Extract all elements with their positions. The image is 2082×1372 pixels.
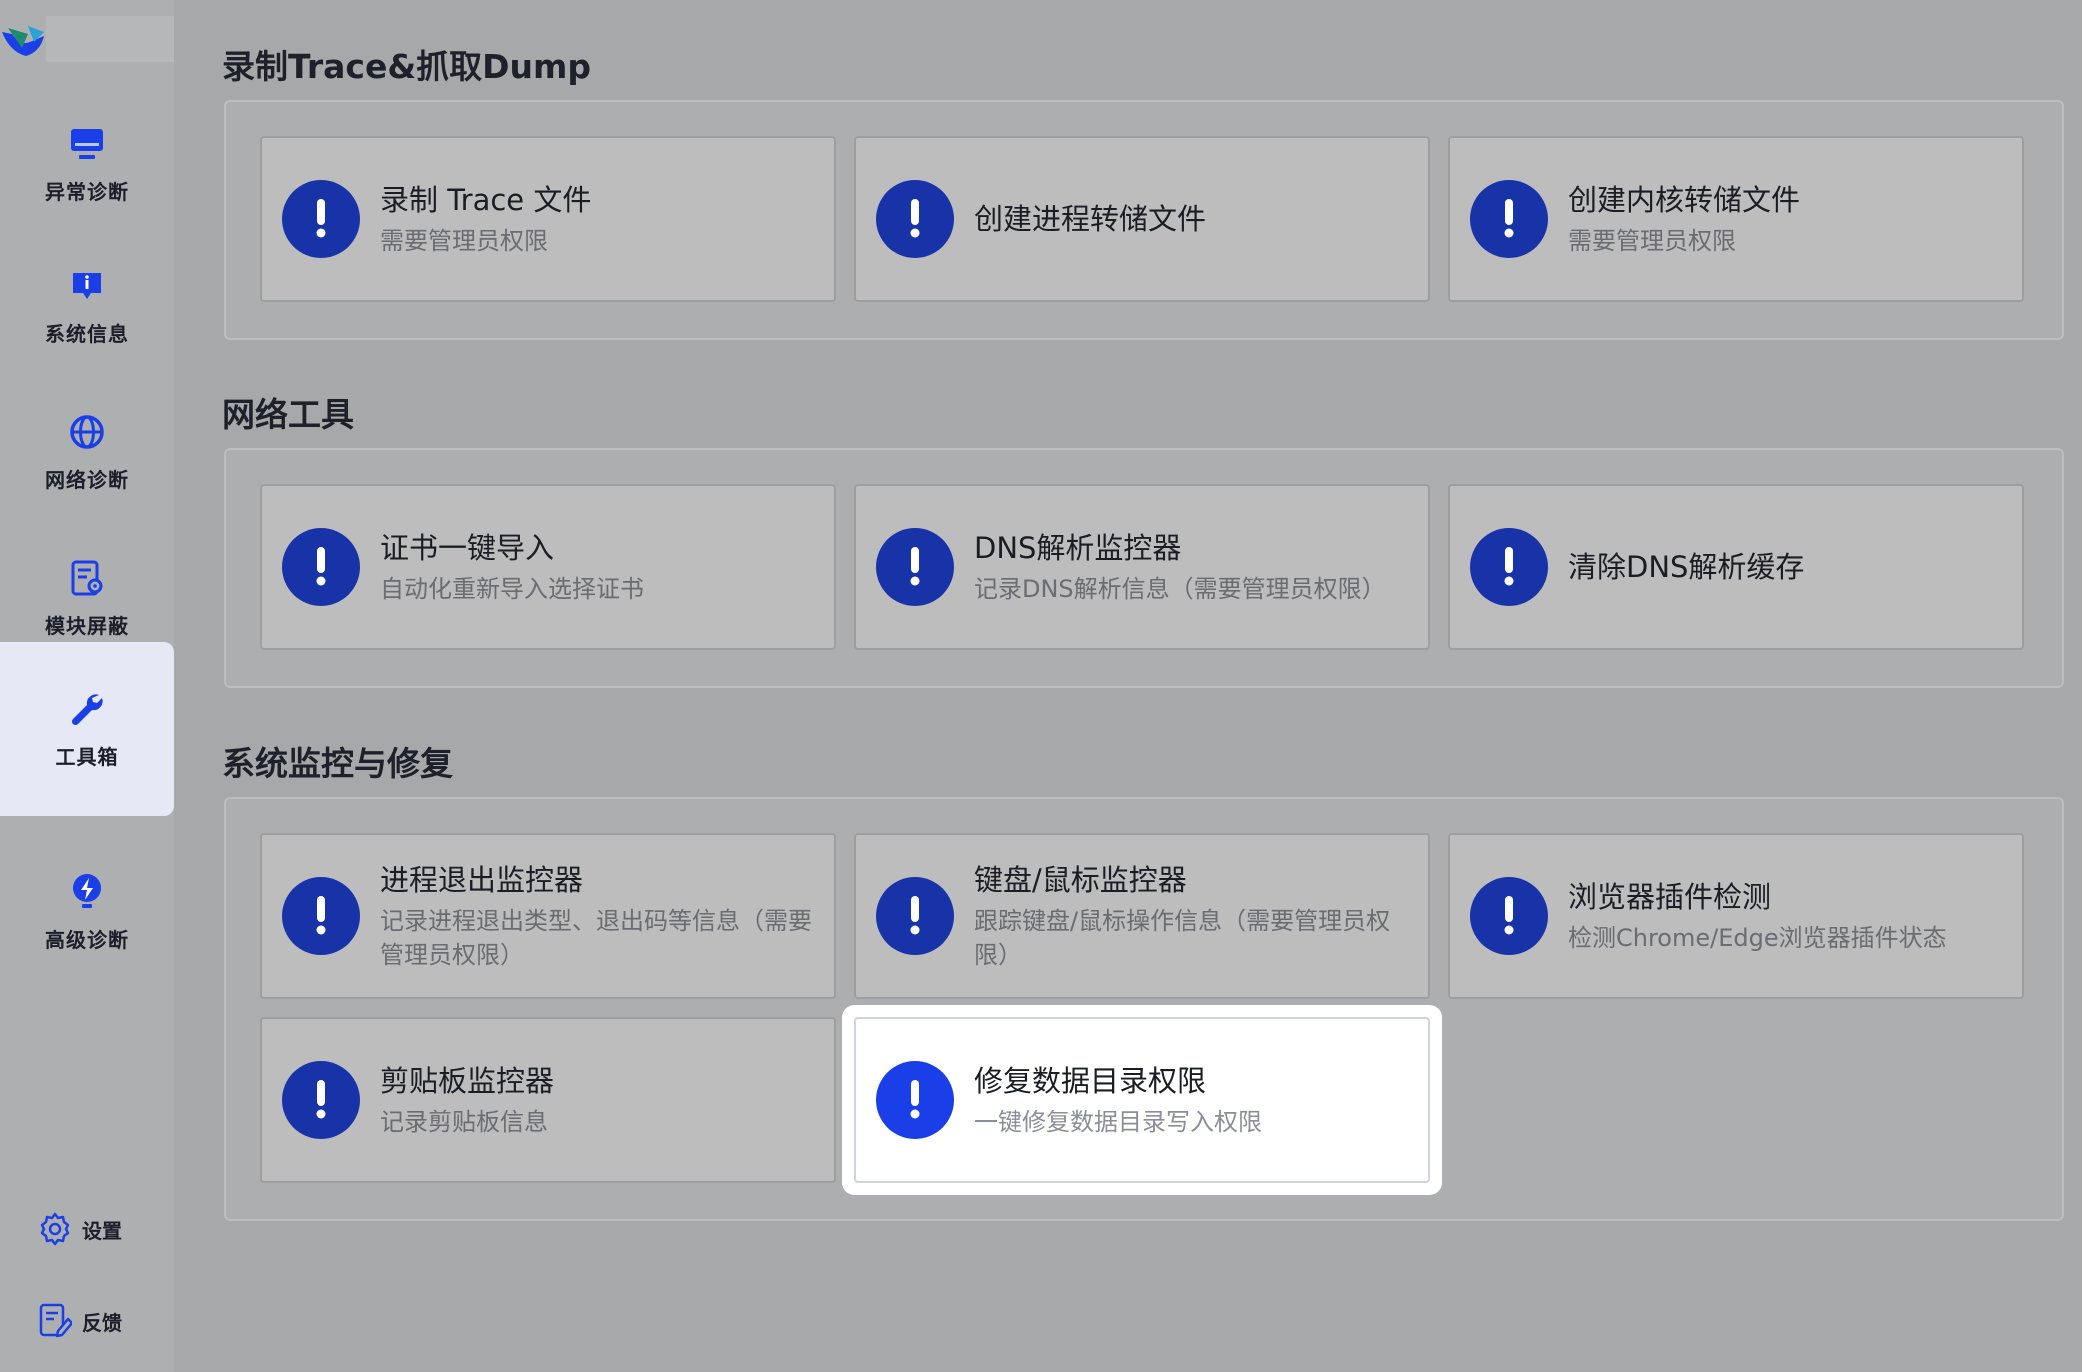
main-content: 录制Trace&抓取Dump 录制 Trace 文件 需要管理员权限 创建进程转… [174, 0, 2082, 1372]
wrench-icon [67, 689, 107, 729]
card-title: DNS解析监控器 [974, 531, 1182, 565]
section-panel-trace-dump: 录制 Trace 文件 需要管理员权限 创建进程转储文件 创建内核转储文件 需要… [224, 100, 2064, 340]
sidebar-item-advanced-diagnosis[interactable]: 高级诊断 [0, 842, 174, 982]
card-record-trace[interactable]: 录制 Trace 文件 需要管理员权限 [260, 136, 836, 302]
sidebar-item-toolbox[interactable]: 工具箱 [0, 642, 174, 816]
card-subtitle: 跟踪键盘/鼠标操作信息（需要管理员权限） [974, 907, 1391, 969]
card-clear-dns-cache[interactable]: 清除DNS解析缓存 [1448, 484, 2024, 650]
section-panel-network-tools: 证书一键导入 自动化重新导入选择证书 DNS解析监控器 记录DNS解析信息（需要… [224, 448, 2064, 688]
lightning-bulb-icon [67, 872, 107, 912]
sidebar-item-label: 网络诊断 [45, 467, 129, 492]
card-subtitle: 记录进程退出类型、退出码等信息（需要管理员权限） [380, 907, 812, 969]
exclamation-icon [1470, 877, 1548, 955]
exclamation-icon [282, 528, 360, 606]
app-logo [0, 12, 46, 62]
app-window: 异常诊断 系统信息 网络诊断 模块屏蔽 工具箱 高级诊断 设置 反馈 录制Tra… [0, 0, 2082, 1372]
section-title-network-tools: 网络工具 [222, 395, 354, 434]
card-subtitle: 自动化重新导入选择证书 [380, 575, 644, 603]
card-subtitle: 记录DNS解析信息（需要管理员权限） [974, 575, 1386, 603]
card-subtitle: 需要管理员权限 [380, 227, 548, 255]
card-subtitle: 需要管理员权限 [1568, 227, 1736, 255]
exclamation-icon [876, 528, 954, 606]
settings-label: 设置 [82, 1218, 122, 1243]
card-process-exit-monitor[interactable]: 进程退出监控器 记录进程退出类型、退出码等信息（需要管理员权限） [260, 833, 836, 999]
card-title: 修复数据目录权限 [974, 1064, 1207, 1098]
feedback-button[interactable]: 反馈 [36, 1296, 122, 1346]
section-title-trace-dump: 录制Trace&抓取Dump [222, 47, 592, 86]
sidebar-item-exception-diagnosis[interactable]: 异常诊断 [0, 94, 174, 234]
card-subtitle: 检测Chrome/Edge浏览器插件状态 [1568, 924, 1947, 952]
settings-button[interactable]: 设置 [36, 1204, 122, 1254]
card-browser-plugin-check[interactable]: 浏览器插件检测 检测Chrome/Edge浏览器插件状态 [1448, 833, 2024, 999]
exclamation-icon [1470, 528, 1548, 606]
feedback-label: 反馈 [82, 1310, 122, 1335]
card-title: 录制 Trace 文件 [380, 183, 592, 217]
card-title: 进程退出监控器 [380, 863, 584, 897]
card-title: 剪贴板监控器 [380, 1064, 555, 1098]
sidebar-item-label: 系统信息 [45, 321, 129, 346]
feedback-icon [36, 1302, 74, 1340]
sidebar-item-label: 高级诊断 [45, 927, 129, 952]
exclamation-icon [1470, 180, 1548, 258]
card-title: 证书一键导入 [380, 531, 555, 565]
card-cert-import[interactable]: 证书一键导入 自动化重新导入选择证书 [260, 484, 836, 650]
sidebar-item-system-info[interactable]: 系统信息 [0, 236, 174, 376]
section-title-system-monitor: 系统监控与修复 [222, 744, 453, 783]
card-dns-monitor[interactable]: DNS解析监控器 记录DNS解析信息（需要管理员权限） [854, 484, 1430, 650]
sidebar: 异常诊断 系统信息 网络诊断 模块屏蔽 工具箱 高级诊断 设置 反馈 [0, 0, 174, 1372]
card-title: 清除DNS解析缓存 [1568, 550, 1805, 584]
sidebar-item-label: 模块屏蔽 [45, 613, 129, 638]
card-title: 创建内核转储文件 [1568, 183, 1801, 217]
sidebar-item-network-diagnosis[interactable]: 网络诊断 [0, 382, 174, 522]
gear-icon [36, 1210, 74, 1248]
monitor-icon [67, 124, 107, 164]
card-create-process-dump[interactable]: 创建进程转储文件 [854, 136, 1430, 302]
exclamation-icon [282, 180, 360, 258]
info-icon [67, 266, 107, 306]
exclamation-icon [876, 877, 954, 955]
sidebar-item-label: 异常诊断 [45, 179, 129, 204]
card-fix-data-dir-permission[interactable]: 修复数据目录权限 一键修复数据目录写入权限 [854, 1017, 1430, 1183]
card-subtitle: 记录剪贴板信息 [380, 1108, 548, 1136]
card-create-kernel-dump[interactable]: 创建内核转储文件 需要管理员权限 [1448, 136, 2024, 302]
document-gear-icon [67, 558, 107, 598]
section-panel-system-monitor: 进程退出监控器 记录进程退出类型、退出码等信息（需要管理员权限） 键盘/鼠标监控… [224, 797, 2064, 1221]
exclamation-icon [282, 877, 360, 955]
card-subtitle: 一键修复数据目录写入权限 [974, 1108, 1262, 1136]
card-title: 键盘/鼠标监控器 [974, 863, 1187, 897]
sidebar-item-label: 工具箱 [55, 744, 119, 769]
exclamation-icon [876, 1061, 954, 1139]
card-clipboard-monitor[interactable]: 剪贴板监控器 记录剪贴板信息 [260, 1017, 836, 1183]
exclamation-icon [282, 1061, 360, 1139]
card-keyboard-mouse-monitor[interactable]: 键盘/鼠标监控器 跟踪键盘/鼠标操作信息（需要管理员权限） [854, 833, 1430, 999]
app-name-placeholder [46, 16, 174, 62]
card-title: 创建进程转储文件 [974, 202, 1207, 236]
card-title: 浏览器插件检测 [1568, 880, 1772, 914]
exclamation-icon [876, 180, 954, 258]
globe-icon [67, 412, 107, 452]
